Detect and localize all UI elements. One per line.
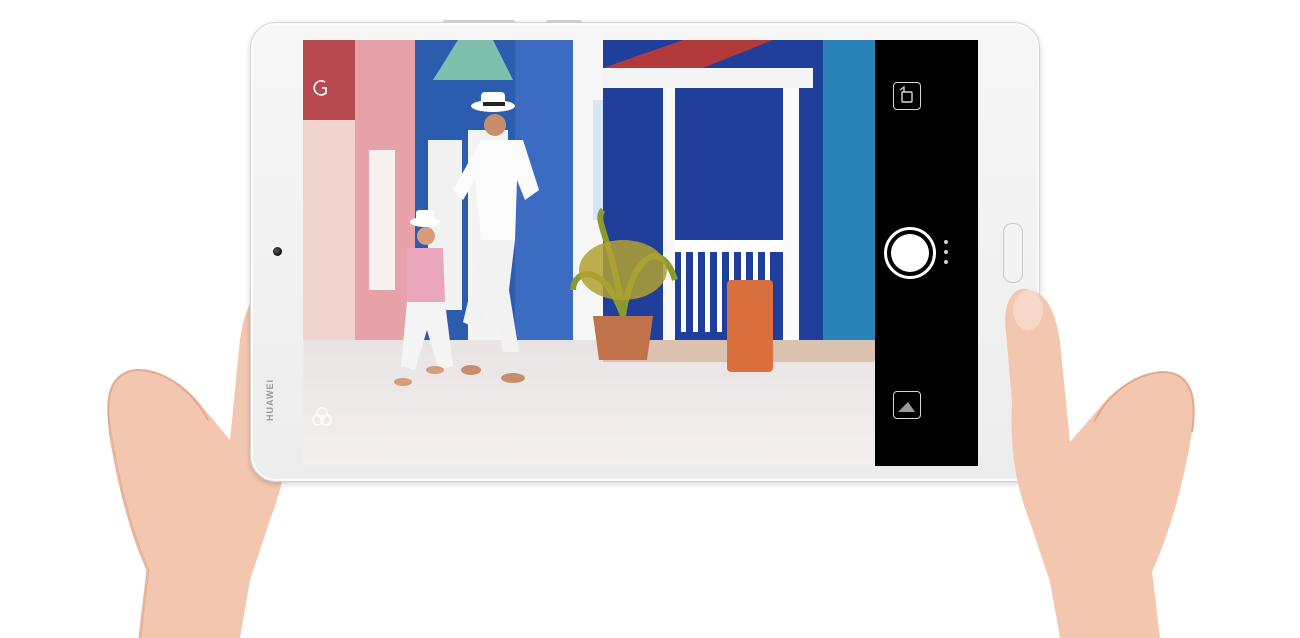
camera-viewfinder[interactable] <box>303 40 875 466</box>
right-hand <box>1005 288 1195 638</box>
switch-camera-glyph <box>899 85 913 103</box>
screen <box>303 40 978 466</box>
power-button[interactable] <box>546 20 582 23</box>
home-button[interactable] <box>1003 223 1023 283</box>
more-dots-icon[interactable] <box>943 240 949 268</box>
shutter-button[interactable] <box>884 227 936 279</box>
tablet-device: HUAWEI <box>250 20 1040 482</box>
gallery-glyph <box>898 402 915 412</box>
switch-camera-icon[interactable] <box>893 82 921 110</box>
filter-icon[interactable] <box>311 406 333 428</box>
viewfinder-scene <box>303 40 875 466</box>
volume-button[interactable] <box>443 20 515 23</box>
front-camera-icon <box>273 247 282 256</box>
brand-logo: HUAWEI <box>265 379 275 421</box>
camera-control-bar <box>875 40 978 466</box>
gallery-thumbnail-icon[interactable] <box>893 391 921 419</box>
mode-icon[interactable] <box>313 78 331 100</box>
